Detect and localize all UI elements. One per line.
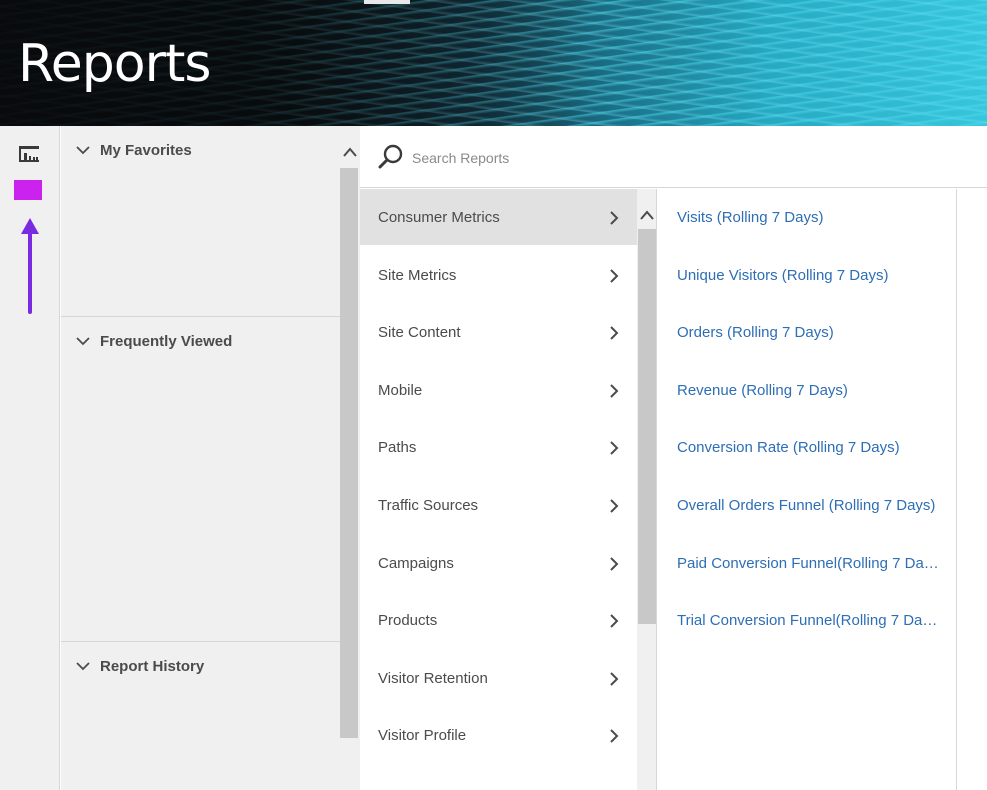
report-link[interactable]: Overall Orders Funnel (Rolling 7 Days) [677, 497, 945, 514]
highlight-marker [14, 180, 42, 200]
chevron-down-icon [76, 662, 90, 671]
search-bar [360, 126, 987, 188]
report-history-section: Report History [61, 642, 340, 790]
report-link[interactable]: Conversion Rate (Rolling 7 Days) [677, 439, 945, 456]
my-favorites-toggle[interactable]: My Favorites [76, 140, 192, 160]
chevron-down-icon [76, 337, 90, 346]
scroll-up-icon[interactable] [342, 146, 358, 158]
chevron-right-icon [610, 326, 619, 340]
category-label: Site Metrics [378, 266, 457, 284]
search-icon[interactable] [378, 144, 404, 170]
category-item-products[interactable]: Products [360, 592, 637, 648]
frequently-viewed-toggle[interactable]: Frequently Viewed [76, 331, 232, 351]
category-label: Products [378, 611, 438, 629]
chevron-right-icon [610, 729, 619, 743]
report-link[interactable]: Orders (Rolling 7 Days) [677, 324, 945, 341]
category-item-site-metrics[interactable]: Site Metrics [360, 247, 637, 303]
report-link[interactable]: Visits (Rolling 7 Days) [677, 209, 945, 226]
report-link[interactable]: Trial Conversion Funnel(Rolling 7 Days) [677, 612, 939, 629]
chevron-right-icon [610, 614, 619, 628]
chevron-right-icon [610, 441, 619, 455]
report-list: Visits (Rolling 7 Days) Unique Visitors … [659, 189, 957, 790]
category-item-mobile[interactable]: Mobile [360, 362, 637, 418]
section-label: Report History [100, 657, 205, 675]
left-rail [0, 126, 60, 790]
chevron-right-icon [610, 384, 619, 398]
chevron-right-icon [610, 557, 619, 571]
category-item-visitor-retention[interactable]: Visitor Retention [360, 650, 637, 706]
favorites-panel: My Favorites Frequently Viewed Report Hi… [61, 126, 340, 790]
my-favorites-section: My Favorites [61, 126, 340, 317]
section-label: My Favorites [100, 141, 192, 159]
category-label: Visitor Profile [378, 726, 467, 744]
category-item-site-content[interactable]: Site Content [360, 304, 637, 360]
category-item-campaigns[interactable]: Campaigns [360, 535, 637, 591]
category-item-paths[interactable]: Paths [360, 419, 637, 475]
annotation-arrow-icon [21, 218, 39, 314]
report-history-toggle[interactable]: Report History [76, 656, 204, 676]
page-header: Reports [0, 0, 987, 126]
favorites-scrollbar[interactable] [340, 126, 360, 790]
report-link[interactable]: Revenue (Rolling 7 Days) [677, 382, 945, 399]
page-title: Reports [18, 34, 211, 94]
chevron-right-icon [610, 211, 619, 225]
category-label: Site Content [378, 323, 461, 341]
chevron-down-icon [76, 146, 90, 155]
scroll-up-icon[interactable] [639, 209, 655, 221]
category-item-consumer-metrics[interactable]: Consumer Metrics [360, 189, 637, 245]
category-label: Consumer Metrics [378, 208, 500, 226]
category-label: Paths [378, 438, 417, 456]
search-input[interactable] [412, 146, 952, 170]
category-item-visitor-profile[interactable]: Visitor Profile [360, 707, 637, 763]
top-nav-indicator [364, 0, 410, 4]
category-label: Mobile [378, 381, 423, 399]
scroll-thumb[interactable] [638, 229, 656, 624]
report-link[interactable]: Paid Conversion Funnel(Rolling 7 Days) [677, 555, 939, 572]
category-item-traffic-sources[interactable]: Traffic Sources [360, 477, 637, 533]
category-list: Consumer Metrics Site Metrics Site Conte… [360, 189, 637, 790]
chevron-right-icon [610, 269, 619, 283]
category-scrollbar[interactable] [637, 189, 657, 790]
category-label: Campaigns [378, 554, 454, 572]
scroll-thumb[interactable] [340, 168, 358, 738]
frequently-viewed-section: Frequently Viewed [61, 317, 340, 642]
report-link[interactable]: Unique Visitors (Rolling 7 Days) [677, 267, 945, 284]
report-browser-icon[interactable] [19, 146, 39, 162]
category-label: Traffic Sources [378, 496, 479, 514]
chevron-right-icon [610, 672, 619, 686]
chevron-right-icon [610, 499, 619, 513]
section-label: Frequently Viewed [100, 332, 233, 350]
category-label: Visitor Retention [378, 669, 488, 687]
